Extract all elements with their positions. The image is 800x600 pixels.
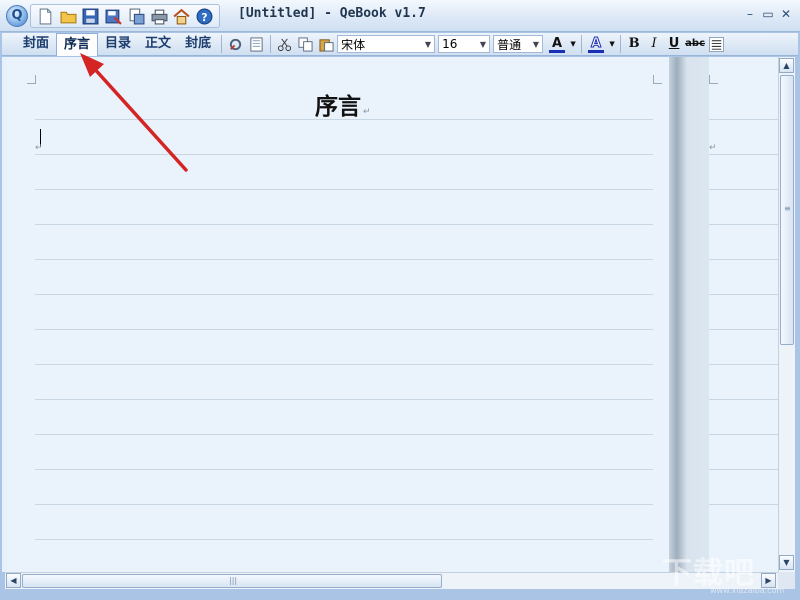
main-toolbar: 封面 序言 目录 正文 封底 宋体 ▼ 16 ▼ 普通 ▼ A ▼ A ▼ B … [2, 32, 798, 56]
app-menu-button[interactable]: Q [6, 5, 28, 27]
ruled-line [35, 189, 653, 190]
bold-button[interactable]: B [624, 34, 644, 54]
window-title: [Untitled] - QeBook v1.7 [238, 6, 426, 21]
format-settings-icon[interactable] [225, 34, 246, 54]
maximize-button[interactable]: ▭ [760, 6, 776, 22]
paragraph-style-value: 普通 [497, 37, 522, 52]
document-area[interactable]: 序言 ↵ ↵ ↵ [2, 57, 778, 572]
toolbar-separator [581, 35, 583, 53]
page-gutter [669, 57, 709, 572]
help-icon[interactable]: ? [194, 6, 215, 26]
ruled-line [35, 154, 653, 155]
paragraph-mark: ↵ [35, 143, 43, 153]
cut-icon[interactable] [274, 34, 295, 54]
tab-preface[interactable]: 序言 [56, 32, 99, 56]
minimize-button[interactable]: – [742, 6, 758, 22]
paste-icon[interactable] [316, 34, 337, 54]
font-color-swatch [549, 50, 566, 53]
ruled-line [709, 399, 778, 400]
ruled-line [35, 119, 653, 120]
tab-body[interactable]: 正文 [138, 33, 178, 56]
new-file-icon[interactable] [35, 6, 56, 26]
strikethrough-button[interactable]: abc [684, 34, 706, 54]
section-tabs: 封面 序言 目录 正文 封底 [16, 32, 218, 56]
chevron-down-icon: ▼ [532, 39, 540, 49]
ruled-line [35, 329, 653, 330]
ruled-line [35, 294, 653, 295]
ruled-line [35, 259, 653, 260]
vertical-scrollbar[interactable]: ▲ ≡ ▼ [778, 57, 795, 572]
ruled-line [35, 224, 653, 225]
page-corner-mark [27, 75, 36, 84]
paragraph-mark: ↵ [709, 143, 717, 153]
save-as-icon[interactable] [103, 6, 124, 26]
scroll-down-button[interactable]: ▼ [779, 555, 794, 570]
ruled-line [35, 539, 653, 540]
underline-button[interactable]: U [664, 34, 684, 54]
watermark-url: www.xiazaiba.com [710, 586, 785, 595]
ruled-line [35, 469, 653, 470]
ruled-line [35, 504, 653, 505]
highlight-color-swatch [588, 50, 605, 53]
font-color-button[interactable]: A [546, 34, 568, 54]
page-icon[interactable] [246, 34, 267, 54]
document-page[interactable]: 序言 ↵ ↵ [7, 57, 669, 572]
copy-icon[interactable] [295, 34, 316, 54]
highlight-color-button[interactable]: A [585, 34, 607, 54]
paragraph-mark: ↵ [363, 107, 371, 117]
font-name-select[interactable]: 宋体 ▼ [337, 35, 436, 53]
highlight-color-dropdown[interactable]: ▼ [607, 34, 617, 54]
tab-back-cover[interactable]: 封底 [178, 33, 218, 56]
scroll-left-button[interactable]: ◀ [6, 573, 21, 588]
tab-cover[interactable]: 封面 [16, 33, 56, 56]
svg-text:?: ? [202, 10, 208, 23]
ruled-line [709, 504, 778, 505]
open-folder-icon[interactable] [58, 6, 79, 26]
ruled-line [709, 329, 778, 330]
toolbar-separator [221, 35, 223, 53]
font-size-value: 16 [442, 37, 458, 51]
font-name-value: 宋体 [341, 37, 366, 52]
scroll-up-button[interactable]: ▲ [779, 58, 794, 73]
ruled-line [35, 399, 653, 400]
ruled-line [709, 294, 778, 295]
scroll-grip: ≡ [784, 204, 791, 213]
scroll-grip: ||| [229, 576, 238, 585]
ruled-line [709, 189, 778, 190]
tab-contents[interactable]: 目录 [98, 33, 138, 56]
ruled-line [709, 469, 778, 470]
save-icon[interactable] [81, 6, 102, 26]
align-justify-icon[interactable] [706, 34, 727, 54]
preface-heading: 序言 [315, 93, 361, 120]
ruled-line [709, 364, 778, 365]
font-size-select[interactable]: 16 ▼ [438, 35, 491, 53]
font-color-icon: A [552, 36, 563, 51]
ruled-line [709, 224, 778, 225]
highlight-color-icon: A [591, 36, 602, 52]
ruled-line [35, 364, 653, 365]
vertical-scroll-thumb[interactable]: ≡ [780, 75, 794, 345]
next-page-preview[interactable]: ↵ [709, 57, 778, 572]
toolbar-separator [620, 35, 622, 53]
ruled-line [709, 434, 778, 435]
print-icon[interactable] [149, 6, 170, 26]
quick-access-toolbar: ? [30, 4, 220, 28]
ruled-line [35, 434, 653, 435]
ruled-line [709, 154, 778, 155]
italic-button[interactable]: I [644, 34, 664, 54]
home-icon[interactable] [172, 6, 193, 26]
title-bar: Q ? [Untitled] - QeBook v1.7 – ▭ ✕ [0, 0, 800, 32]
toolbar-separator [270, 35, 272, 53]
ruled-line [709, 259, 778, 260]
horizontal-scroll-thumb[interactable]: ||| [22, 574, 442, 588]
export-icon[interactable] [126, 6, 147, 26]
chevron-down-icon: ▼ [479, 39, 487, 49]
page-corner-mark [709, 75, 718, 84]
font-color-dropdown[interactable]: ▼ [568, 34, 578, 54]
chevron-down-icon: ▼ [424, 39, 432, 49]
close-button[interactable]: ✕ [778, 6, 794, 22]
page-corner-mark [653, 75, 662, 84]
ruled-line [709, 119, 778, 120]
paragraph-style-select[interactable]: 普通 ▼ [493, 35, 544, 53]
